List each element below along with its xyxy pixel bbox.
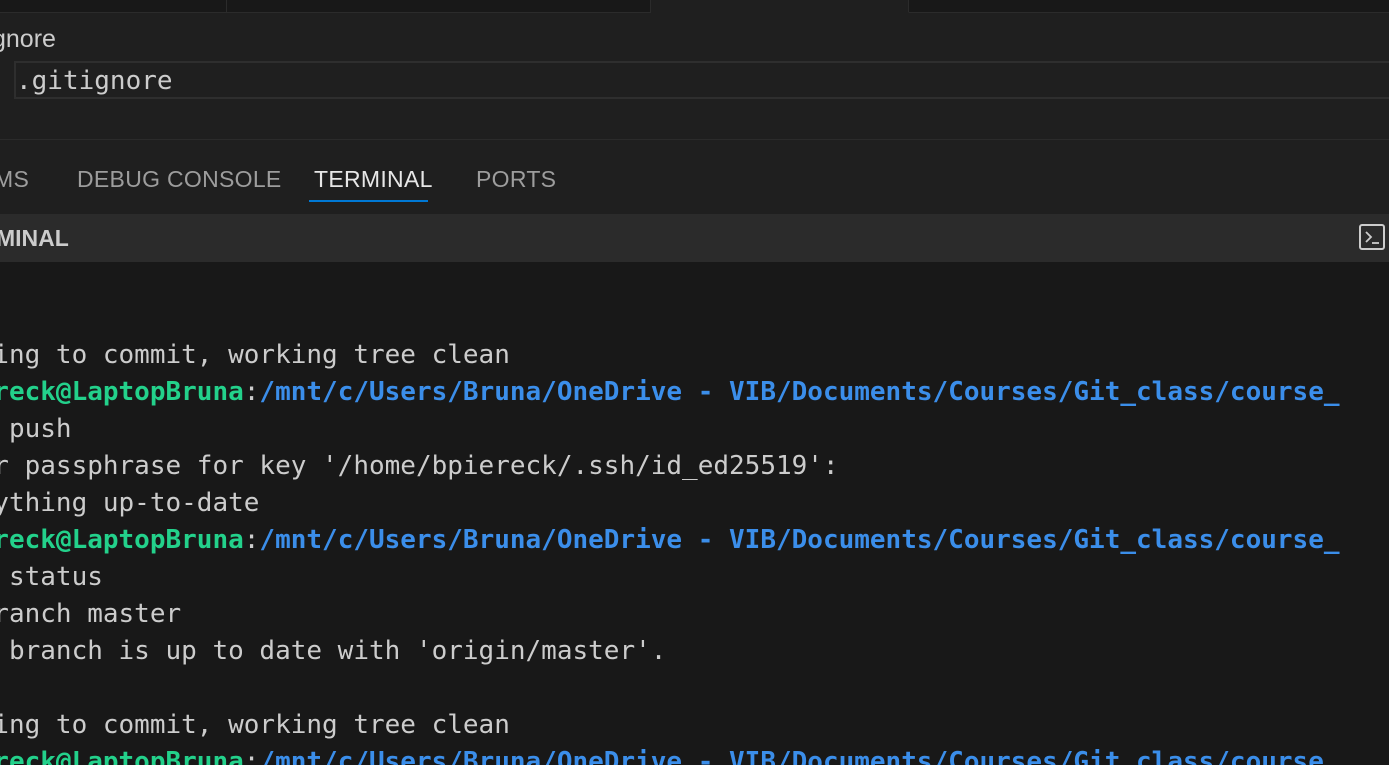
terminal-output-line: thing to commit, working tree clean xyxy=(0,340,510,370)
panel-tab-bar: MS DEBUG CONSOLE TERMINAL PORTS xyxy=(0,140,1389,214)
terminal-output-line: ter passphrase for key '/home/bpiereck/.… xyxy=(0,451,839,481)
terminal-output-line: branch master xyxy=(0,599,182,629)
active-tab-indicator xyxy=(309,200,428,202)
terminal-output-line: it status xyxy=(8,562,103,592)
prompt-separator: : xyxy=(243,525,260,555)
editor-tab[interactable] xyxy=(0,0,227,12)
file-name-text: .gitignore xyxy=(16,66,173,96)
terminal-prompt-line: iereck@LaptopBruna:/mnt/c/Users/Bruna/On… xyxy=(0,374,1340,411)
terminal-header: MINAL xyxy=(0,214,1389,262)
editor-tab-strip xyxy=(0,0,1389,13)
terminal-prompt-line: iereck@LaptopBruna:/mnt/c/Users/Bruna/On… xyxy=(0,744,1340,765)
tab-problems[interactable]: MS xyxy=(0,166,29,193)
prompt-user-host: iereck@LaptopBruna xyxy=(0,525,244,555)
editor-tab[interactable] xyxy=(909,0,1389,12)
tab-debug-console[interactable]: DEBUG CONSOLE xyxy=(77,166,282,193)
terminal-output[interactable]: thing to commit, working tree clean ierec… xyxy=(0,262,1389,765)
prompt-user-host: iereck@LaptopBruna xyxy=(0,377,244,407)
editor-tab-active[interactable] xyxy=(651,0,909,13)
terminal-output-line: it push xyxy=(8,414,72,444)
terminal-prompt-line: iereck@LaptopBruna:/mnt/c/Users/Bruna/On… xyxy=(0,522,1340,559)
terminal-output-line: thing to commit, working tree clean xyxy=(0,710,510,740)
tab-terminal[interactable]: TERMINAL xyxy=(314,166,433,193)
file-name-field[interactable]: .gitignore xyxy=(14,61,1389,99)
editor-area: gnore .gitignore xyxy=(0,13,1389,140)
prompt-path: /mnt/c/Users/Bruna/OneDrive - VIB/Docume… xyxy=(259,747,1340,765)
prompt-path: /mnt/c/Users/Bruna/OneDrive - VIB/Docume… xyxy=(259,525,1340,555)
terminal-header-title: MINAL xyxy=(0,225,69,251)
terminal-icon[interactable] xyxy=(1359,224,1385,250)
tab-ports[interactable]: PORTS xyxy=(476,166,556,193)
terminal-output-line: erything up-to-date xyxy=(0,488,260,518)
editor-tab[interactable] xyxy=(227,0,651,12)
vscode-window: gnore .gitignore MS DEBUG CONSOLE TERMIN… xyxy=(0,0,1389,765)
file-label: gnore xyxy=(0,25,56,53)
prompt-user-host: iereck@LaptopBruna xyxy=(0,747,244,765)
prompt-path: /mnt/c/Users/Bruna/OneDrive - VIB/Docume… xyxy=(259,377,1340,407)
terminal-output-line: ur branch is up to date with 'origin/mas… xyxy=(0,636,667,666)
prompt-separator: : xyxy=(243,377,260,407)
prompt-separator: : xyxy=(243,747,260,765)
